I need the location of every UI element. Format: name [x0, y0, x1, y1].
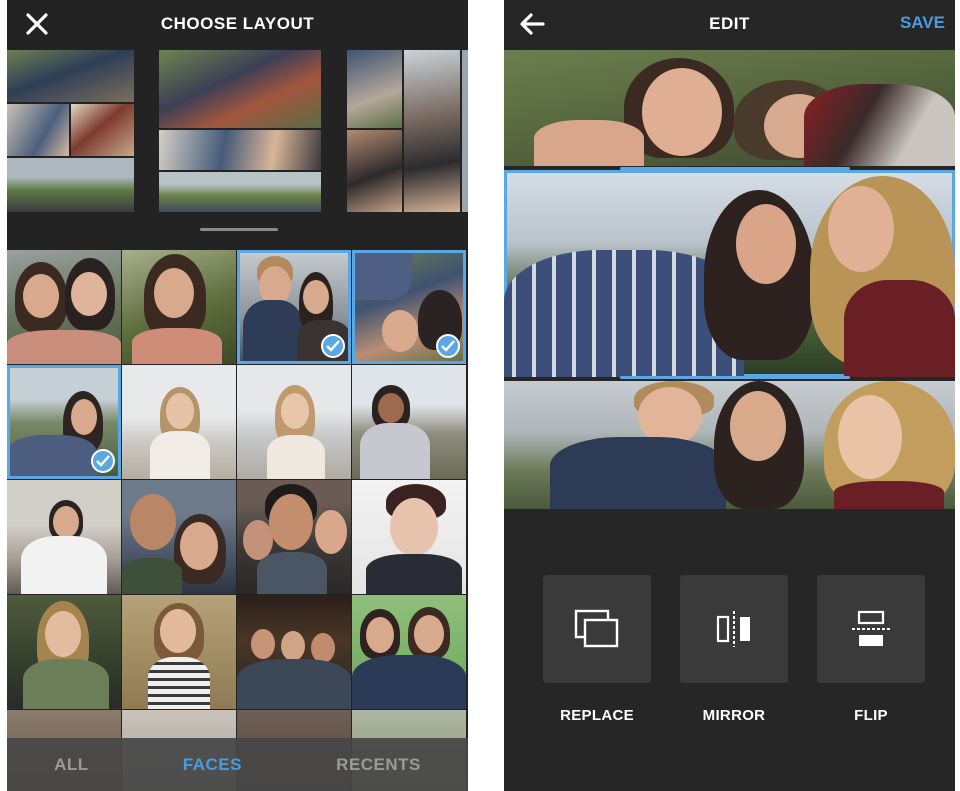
- top-bar: EDIT SAVE: [504, 0, 955, 48]
- flip-label: FLIP: [854, 707, 888, 724]
- mirror-label: MIRROR: [702, 707, 766, 724]
- checkmark-icon: [321, 334, 345, 358]
- collage-pane-top[interactable]: [504, 50, 955, 166]
- flip-button[interactable]: FLIP: [817, 575, 925, 724]
- photo-thumbnail[interactable]: [7, 365, 121, 479]
- photo-thumbnail[interactable]: [352, 595, 466, 709]
- tab-recents[interactable]: RECENTS: [336, 755, 421, 775]
- layout-strip: [7, 50, 468, 240]
- photo-thumbnail[interactable]: [122, 480, 236, 594]
- page-title: CHOOSE LAYOUT: [160, 14, 315, 33]
- edit-screen: EDIT SAVE REPLACE MIRROR FLIP: [504, 0, 955, 791]
- layout-option[interactable]: [7, 50, 134, 212]
- photo-thumbnail[interactable]: [352, 480, 466, 594]
- photo-thumbnail[interactable]: [7, 250, 121, 364]
- photo-thumbnail[interactable]: [237, 365, 351, 479]
- photo-thumbnail[interactable]: [352, 250, 466, 364]
- mirror-icon: [716, 611, 750, 647]
- photo-thumbnail[interactable]: [7, 480, 121, 594]
- save-button[interactable]: SAVE: [900, 13, 945, 33]
- photo-thumbnail[interactable]: [237, 250, 351, 364]
- mirror-button[interactable]: MIRROR: [680, 575, 788, 724]
- bottom-tab-bar: ALL FACES RECENTS: [7, 738, 468, 791]
- photo-thumbnail[interactable]: [237, 595, 351, 709]
- photo-thumbnail[interactable]: [122, 250, 236, 364]
- photo-grid: [7, 250, 468, 791]
- photo-thumbnail[interactable]: [122, 595, 236, 709]
- layout-option[interactable]: [159, 50, 321, 212]
- checkmark-icon: [91, 449, 115, 473]
- choose-layout-screen: CHOOSE LAYOUT ALL FACES RECENTS: [7, 0, 468, 791]
- checkmark-icon: [436, 334, 460, 358]
- tab-all[interactable]: ALL: [54, 755, 89, 775]
- photo-thumbnail[interactable]: [237, 480, 351, 594]
- replace-button[interactable]: REPLACE: [543, 575, 651, 724]
- replace-label: REPLACE: [560, 707, 634, 724]
- top-bar: CHOOSE LAYOUT: [7, 0, 468, 48]
- photo-thumbnail[interactable]: [352, 365, 466, 479]
- page-title: EDIT: [709, 14, 750, 33]
- divider-handle[interactable]: [620, 376, 850, 379]
- photo-thumbnail[interactable]: [7, 595, 121, 709]
- layout-option[interactable]: [347, 50, 468, 212]
- drag-handle[interactable]: [200, 228, 278, 231]
- photo-thumbnail[interactable]: [122, 365, 236, 479]
- tab-faces[interactable]: FACES: [183, 755, 242, 775]
- flip-icon: [852, 610, 890, 646]
- replace-icon: [574, 609, 619, 648]
- collage-pane-bottom[interactable]: [504, 381, 955, 509]
- collage-pane-middle-selected[interactable]: [504, 170, 955, 377]
